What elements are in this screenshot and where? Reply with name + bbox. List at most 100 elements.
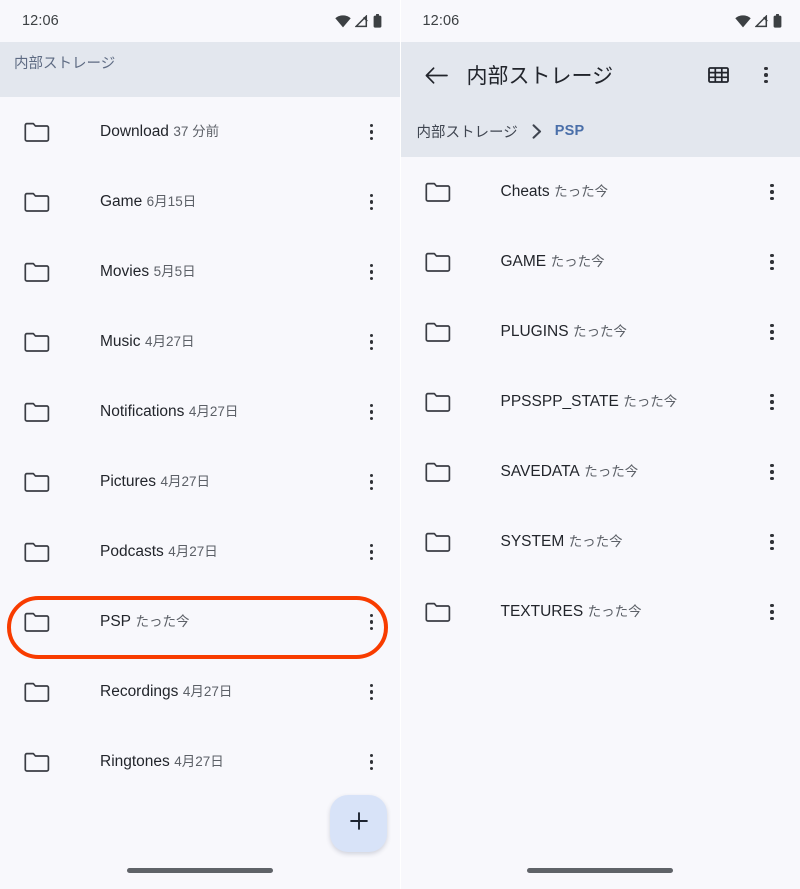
overflow-menu-icon[interactable] <box>754 323 790 341</box>
overflow-menu-icon[interactable] <box>354 753 390 771</box>
overflow-menu-icon[interactable] <box>754 253 790 271</box>
breadcrumb: 内部ストレージ PSP <box>401 108 800 154</box>
list-item-psp-highlighted[interactable]: PSP たった今 <box>0 587 400 657</box>
left-breadcrumb-bar: 内部ストレージ <box>0 42 400 97</box>
status-icons <box>735 14 782 28</box>
list-item-title: PLUGINS <box>500 323 569 340</box>
cell-signal-off-icon <box>354 14 369 28</box>
overflow-menu-icon[interactable] <box>354 683 390 701</box>
list-item-subtitle: 4月27日 <box>144 334 195 349</box>
list-item[interactable]: PPSSPP_STATE たった今 <box>401 367 800 437</box>
status-clock: 12:06 <box>22 13 59 29</box>
list-item-texts: Movies 5月5日 <box>100 262 354 282</box>
overflow-menu-icon[interactable] <box>746 55 786 95</box>
list-item-title: Cheats <box>500 183 550 200</box>
folder-icon <box>24 331 54 353</box>
breadcrumb-root[interactable]: 内部ストレージ <box>417 121 518 142</box>
folder-icon <box>424 181 455 203</box>
back-icon[interactable] <box>417 55 457 95</box>
list-item-texts: PSP たった今 <box>100 612 354 632</box>
breadcrumb-root[interactable]: 内部ストレージ <box>14 42 115 73</box>
folder-icon <box>424 391 455 413</box>
overflow-menu-icon[interactable] <box>354 613 390 631</box>
overflow-menu-icon[interactable] <box>354 473 390 491</box>
list-item-texts: Ringtones 4月27日 <box>100 752 354 772</box>
list-item-subtitle: 5月5日 <box>153 264 196 279</box>
list-item[interactable]: Cheats たった今 <box>401 157 800 227</box>
list-item[interactable]: Podcasts 4月27日 <box>0 517 400 587</box>
app-bar-actions <box>698 55 786 95</box>
list-item-subtitle: 37 分前 <box>173 124 220 139</box>
folder-icon <box>424 601 455 623</box>
page-title: 内部ストレージ <box>466 65 614 88</box>
breadcrumb-current[interactable]: PSP <box>555 123 585 139</box>
list-item[interactable]: GAME たった今 <box>401 227 800 297</box>
list-item[interactable]: PLUGINS たった今 <box>401 297 800 367</box>
overflow-menu-icon[interactable] <box>754 393 790 411</box>
overflow-menu-icon[interactable] <box>754 603 790 621</box>
list-item-title: Podcasts <box>100 543 164 560</box>
overflow-menu-icon[interactable] <box>754 463 790 481</box>
list-item-texts: Notifications 4月27日 <box>100 402 354 422</box>
add-button[interactable] <box>330 795 387 852</box>
list-item-title: SYSTEM <box>500 533 565 550</box>
list-item-title: SAVEDATA <box>500 463 580 480</box>
wifi-icon <box>735 14 751 28</box>
overflow-menu-icon[interactable] <box>354 543 390 561</box>
list-item-subtitle: 6月15日 <box>146 194 197 209</box>
list-item-texts: SYSTEM たった今 <box>501 532 755 552</box>
folder-icon <box>424 461 455 483</box>
list-item-title: Recordings <box>100 683 179 700</box>
overflow-menu-icon[interactable] <box>754 533 790 551</box>
folder-icon <box>424 251 455 273</box>
list-item-texts: Music 4月27日 <box>100 332 354 352</box>
list-item-texts: Recordings 4月27日 <box>100 682 354 702</box>
list-item-title: Download <box>100 123 169 140</box>
list-item[interactable]: Movies 5月5日 <box>0 237 400 307</box>
list-item[interactable]: TEXTURES たった今 <box>401 577 800 647</box>
list-item-title: Pictures <box>100 473 156 490</box>
overflow-menu-icon[interactable] <box>354 403 390 421</box>
folder-icon <box>24 261 54 283</box>
list-item-subtitle: たった今 <box>573 324 628 339</box>
folder-icon <box>24 401 54 423</box>
list-item-subtitle: 4月27日 <box>168 544 218 559</box>
status-icons <box>334 14 382 28</box>
list-item[interactable]: Ringtones 4月27日 <box>0 727 400 797</box>
list-item[interactable]: Recordings 4月27日 <box>0 657 400 727</box>
right-status-bar: 12:06 <box>401 0 800 42</box>
dual-screenshot-container: 12:06 内部ストレージ Download 37 分前 Game 6月15日 … <box>0 0 800 889</box>
cell-signal-off-icon <box>755 14 769 28</box>
left-status-bar: 12:06 <box>0 0 400 42</box>
list-item-subtitle: 4月27日 <box>188 404 239 419</box>
overflow-menu-icon[interactable] <box>354 193 390 211</box>
list-item-title: Movies <box>100 263 150 280</box>
list-item-texts: Cheats たった今 <box>501 182 755 202</box>
gesture-navigation-bar[interactable] <box>527 868 674 873</box>
list-item[interactable]: SYSTEM たった今 <box>401 507 800 577</box>
gesture-navigation-bar[interactable] <box>126 868 273 873</box>
app-bar: 内部ストレージ <box>401 42 800 108</box>
list-item[interactable]: Music 4月27日 <box>0 307 400 377</box>
list-item[interactable]: Notifications 4月27日 <box>0 377 400 447</box>
list-item-texts: PPSSPP_STATE たった今 <box>501 392 755 412</box>
list-item-title: Game <box>100 193 143 210</box>
overflow-menu-icon[interactable] <box>754 183 790 201</box>
list-item[interactable]: Download 37 分前 <box>0 97 400 167</box>
list-item-subtitle: 4月27日 <box>182 684 233 699</box>
status-clock: 12:06 <box>422 13 460 29</box>
overflow-menu-icon[interactable] <box>354 263 390 281</box>
folder-icon <box>24 751 54 773</box>
list-item-texts: Pictures 4月27日 <box>100 472 354 492</box>
list-item-title: Music <box>100 333 141 350</box>
list-item-title: PSP <box>100 613 132 630</box>
right-app-bar-region: 内部ストレージ 内部ストレージ PSP <box>400 42 800 157</box>
right-phone-screen: 12:06 内部ストレージ 内部ストレージ PSP Cheats たった今 GA… <box>399 0 800 889</box>
overflow-menu-icon[interactable] <box>354 333 390 351</box>
overflow-menu-icon[interactable] <box>354 123 390 141</box>
list-item[interactable]: Pictures 4月27日 <box>0 447 400 517</box>
list-item[interactable]: SAVEDATA たった今 <box>401 437 800 507</box>
list-item-subtitle: たった今 <box>568 534 623 549</box>
grid-view-icon[interactable] <box>698 55 738 95</box>
list-item[interactable]: Game 6月15日 <box>0 167 400 237</box>
